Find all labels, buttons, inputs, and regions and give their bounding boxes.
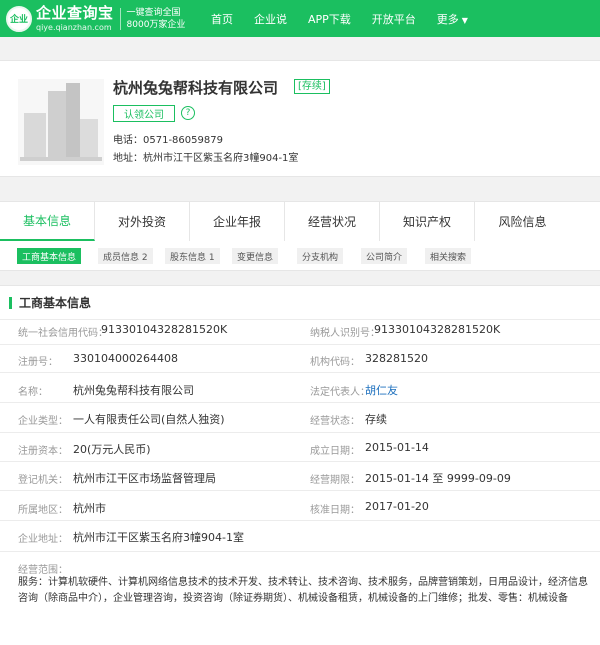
claim-company-button[interactable]: 认领公司 [113,105,175,122]
tab-annual-report[interactable]: 企业年报 [190,202,285,241]
status-badge: [存续] [294,79,330,94]
authority-label: 登记机关： [18,475,68,486]
company-card: 杭州兔兔帮科技有限公司 [存续] 认领公司 ? 电话：0571-86059879… [0,60,600,177]
subtab-members[interactable]: 成员信息 2 [98,248,153,264]
subtab-profile[interactable]: 公司简介 [361,248,408,264]
company-address-label: 企业地址： [18,534,68,545]
tab-operations[interactable]: 经营状况 [285,202,380,241]
taxpayer-id-label: 纳税人识别号： [310,328,380,339]
scope-text: 服务：计算机软硬件、计算机网络信息技术的技术开发、技术转让、技术咨询、技术服务，… [18,577,588,604]
tab-investments[interactable]: 对外投资 [95,202,190,241]
subtab-related-search[interactable]: 相关搜索 [425,248,472,264]
term-value: 2015-01-14 至 9999-09-09 [365,472,511,485]
org-code-value: 328281520 [365,352,428,365]
subtab-changes[interactable]: 变更信息 [232,248,279,264]
divider [0,319,600,320]
legal-rep-link[interactable]: 胡仁友 [365,382,398,398]
logo-slogan: 一键查询全国 8000万家企业 [126,7,186,30]
scope-label: 经营范围： [18,565,68,576]
authority-value: 杭州市江干区市场监督管理局 [73,472,216,485]
nav-app-download[interactable]: APP下载 [308,11,351,27]
logo-name: 企业查询宝 [36,3,114,22]
status-value: 存续 [365,413,387,426]
name-label: 名称： [18,387,48,398]
business-info-panel: 工商基本信息 统一社会信用代码： 91330104328281520K 纳税人识… [0,285,600,645]
sub-tabs: 工商基本信息 成员信息 2 股东信息 1 变更信息 分支机构 公司简介 相关搜索 [0,241,600,271]
taxpayer-id-value: 91330104328281520K [374,323,501,336]
company-building-icon [18,79,104,165]
company-name: 杭州兔兔帮科技有限公司 [113,79,279,97]
founded-value: 2015-01-14 [365,441,429,454]
chevron-down-icon: ▼ [461,15,468,25]
credit-code-label: 统一社会信用代码： [18,328,108,339]
region-label: 所属地区： [18,505,68,516]
subtab-business-info[interactable]: 工商基本信息 [17,248,82,264]
approval-value: 2017-01-20 [365,500,429,513]
credit-code-value: 91330104328281520K [101,323,228,336]
capital-value: 20(万元人民币) [73,443,151,456]
nav-more[interactable]: 更多 ▼ [437,11,468,27]
org-code-label: 机构代码： [310,357,360,368]
reg-no-value: 330104000264408 [73,352,178,365]
term-label: 经营期限： [310,475,360,486]
region-value: 杭州市 [73,502,106,515]
name-value: 杭州兔兔帮科技有限公司 [73,384,194,397]
capital-label: 注册资本： [18,446,68,457]
type-label: 企业类型： [18,416,68,427]
section-title: 工商基本信息 [9,297,91,309]
logo-domain: qiye.qianzhan.com [36,22,112,32]
subtab-shareholders[interactable]: 股东信息 1 [165,248,220,264]
question-icon[interactable]: ? [181,106,195,120]
logo-separator [119,7,121,30]
main-nav: 首页 企业说 APP下载 开放平台 更多 ▼ [211,0,489,37]
founded-label: 成立日期： [310,446,360,457]
logo-badge-icon: 企业 [6,5,32,32]
tab-basic-info[interactable]: 基本信息 [0,202,95,241]
tab-risk[interactable]: 风险信息 [475,202,570,241]
subtab-branches[interactable]: 分支机构 [297,248,344,264]
company-phone: 电话：0571-86059879 [113,135,223,146]
company-address-value: 杭州市江干区紫玉名府3幢904-1室 [73,531,244,544]
approval-label: 核准日期： [310,505,360,516]
top-navbar: 企业 企业查询宝 qiye.qianzhan.com 一键查询全国 8000万家… [0,0,600,37]
main-tabs: 基本信息 对外投资 企业年报 经营状况 知识产权 风险信息 [0,201,600,241]
site-logo[interactable]: 企业 企业查询宝 qiye.qianzhan.com 一键查询全国 8000万家… [0,0,205,37]
legal-rep-label: 法定代表人： [310,387,370,398]
nav-home[interactable]: 首页 [211,11,233,27]
status-label: 经营状态： [310,416,360,427]
nav-qiye-shuo[interactable]: 企业说 [254,11,287,27]
company-address: 地址：杭州市江干区紫玉名府3幢904-1室 [113,153,299,164]
type-value: 一人有限责任公司(自然人独资) [73,413,225,426]
tab-ip[interactable]: 知识产权 [380,202,475,241]
nav-open-platform[interactable]: 开放平台 [372,11,416,27]
reg-no-label: 注册号： [18,357,58,368]
